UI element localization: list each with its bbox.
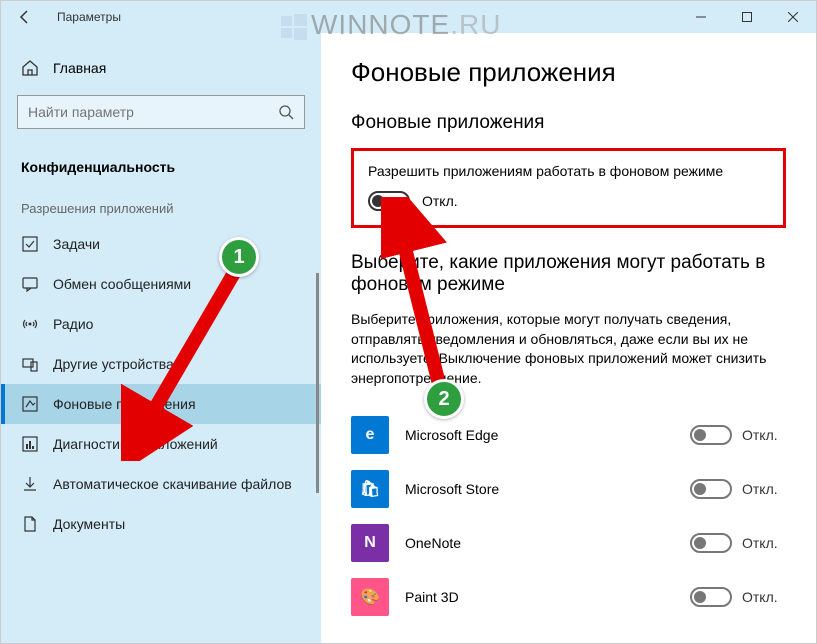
sidebar-item-label: Другие устройства bbox=[53, 356, 174, 372]
message-icon bbox=[21, 275, 39, 293]
app-row: N OneNote Откл. bbox=[351, 516, 786, 570]
background-apps-icon bbox=[21, 395, 39, 413]
sidebar-item-label: Диагностика приложений bbox=[53, 436, 218, 452]
app-toggle[interactable] bbox=[690, 533, 732, 553]
sidebar-item-background-apps[interactable]: Фоновые приложения bbox=[1, 384, 321, 424]
app-row: 🎨 Paint 3D Откл. bbox=[351, 570, 786, 624]
sidebar: Главная Конфиденциальность Разрешения пр… bbox=[1, 33, 321, 643]
app-toggle-state: Откл. bbox=[742, 481, 786, 497]
app-row: e Microsoft Edge Откл. bbox=[351, 408, 786, 462]
sidebar-item-label: Обмен сообщениями bbox=[53, 276, 191, 292]
close-button[interactable] bbox=[770, 1, 816, 33]
titlebar: Параметры bbox=[1, 1, 816, 33]
search-icon bbox=[278, 104, 294, 120]
app-icon: 🛍 bbox=[351, 470, 389, 508]
content-area: Фоновые приложения Фоновые приложения Ра… bbox=[321, 33, 816, 643]
scrollbar[interactable] bbox=[316, 273, 319, 493]
arrow-left-icon bbox=[17, 9, 33, 25]
app-toggle[interactable] bbox=[690, 425, 732, 445]
document-icon bbox=[21, 515, 39, 533]
home-icon bbox=[21, 59, 39, 77]
app-row: 🛍 Microsoft Store Откл. bbox=[351, 462, 786, 516]
annotation-badge-1: 1 bbox=[219, 237, 259, 277]
sidebar-item-label: Фоновые приложения bbox=[53, 396, 196, 412]
app-name: Microsoft Store bbox=[405, 481, 690, 497]
main-toggle[interactable] bbox=[368, 191, 410, 211]
diagnostics-icon bbox=[21, 435, 39, 453]
sidebar-item-auto-downloads[interactable]: Автоматическое скачивание файлов bbox=[1, 464, 321, 504]
app-toggle-state: Откл. bbox=[742, 427, 786, 443]
sidebar-item-tasks[interactable]: Задачи bbox=[1, 224, 321, 264]
maximize-button[interactable] bbox=[724, 1, 770, 33]
sidebar-item-label: Радио bbox=[53, 316, 93, 332]
window-title: Параметры bbox=[57, 10, 121, 24]
search-input[interactable] bbox=[28, 104, 278, 120]
radio-icon bbox=[21, 315, 39, 333]
section-title-1: Фоновые приложения bbox=[351, 112, 786, 134]
sidebar-home-label: Главная bbox=[53, 60, 106, 76]
app-icon: N bbox=[351, 524, 389, 562]
devices-icon bbox=[21, 355, 39, 373]
sidebar-item-radio[interactable]: Радио bbox=[1, 304, 321, 344]
app-toggle[interactable] bbox=[690, 587, 732, 607]
tasks-icon bbox=[21, 235, 39, 253]
app-name: Paint 3D bbox=[405, 589, 690, 605]
page-title: Фоновые приложения bbox=[351, 57, 786, 88]
window-controls bbox=[678, 1, 816, 33]
sidebar-item-messaging[interactable]: Обмен сообщениями bbox=[1, 264, 321, 304]
minimize-button[interactable] bbox=[678, 1, 724, 33]
app-toggle[interactable] bbox=[690, 479, 732, 499]
main-toggle-state: Откл. bbox=[422, 193, 458, 209]
sidebar-category: Конфиденциальность bbox=[1, 149, 321, 191]
annotation-badge-2: 2 bbox=[424, 379, 464, 419]
app-icon: 🎨 bbox=[351, 578, 389, 616]
app-toggle-state: Откл. bbox=[742, 589, 786, 605]
app-name: Microsoft Edge bbox=[405, 427, 690, 443]
back-button[interactable] bbox=[1, 1, 49, 33]
sidebar-item-label: Автоматическое скачивание файлов bbox=[53, 476, 292, 492]
app-name: OneNote bbox=[405, 535, 690, 551]
app-icon: e bbox=[351, 416, 389, 454]
sidebar-item-label: Документы bbox=[53, 516, 125, 532]
sidebar-item-other-devices[interactable]: Другие устройства bbox=[1, 344, 321, 384]
download-icon bbox=[21, 475, 39, 493]
app-toggle-state: Откл. bbox=[742, 535, 786, 551]
sidebar-section-label: Разрешения приложений bbox=[1, 191, 321, 224]
search-box[interactable] bbox=[17, 95, 305, 129]
highlighted-setting: Разрешить приложениям работать в фоновом… bbox=[351, 148, 786, 228]
section-description: Выберите приложения, которые могут получ… bbox=[351, 310, 771, 388]
section-title-2: Выберите, какие приложения могут работат… bbox=[351, 252, 786, 296]
main-toggle-label: Разрешить приложениям работать в фоновом… bbox=[368, 163, 769, 179]
sidebar-item-diagnostics[interactable]: Диагностика приложений bbox=[1, 424, 321, 464]
sidebar-item-label: Задачи bbox=[53, 236, 100, 252]
sidebar-item-documents[interactable]: Документы bbox=[1, 504, 321, 544]
sidebar-home[interactable]: Главная bbox=[1, 49, 321, 87]
